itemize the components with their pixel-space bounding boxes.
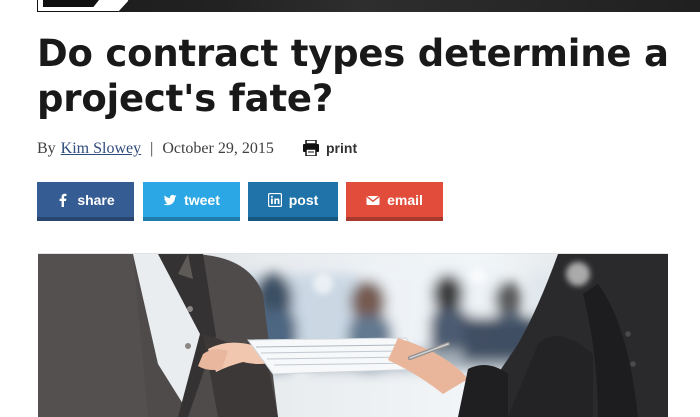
article-byline: By Kim Slowey | October 29, 2015 xyxy=(37,139,274,159)
tweet-label: tweet xyxy=(184,191,220,208)
share-label: share xyxy=(77,191,115,208)
envelope-icon xyxy=(366,195,380,205)
post-label: post xyxy=(288,191,319,208)
author-link[interactable]: Kim Slowey xyxy=(61,140,141,158)
twitter-icon xyxy=(163,194,177,205)
facebook-icon xyxy=(59,193,67,207)
printer-icon xyxy=(302,139,320,157)
linkedin-icon xyxy=(267,192,282,207)
print-button[interactable]: print xyxy=(302,139,358,157)
byline-separator: | xyxy=(150,140,154,157)
linkedin-share-button[interactable]: post xyxy=(248,182,338,221)
facebook-share-button[interactable]: share xyxy=(37,182,134,221)
email-label: email xyxy=(387,191,423,208)
twitter-share-button[interactable]: tweet xyxy=(143,182,240,221)
site-logo-mark xyxy=(43,0,99,7)
article-hero-image xyxy=(38,253,668,417)
photo-image xyxy=(38,254,668,417)
byline-prefix: By xyxy=(37,140,56,157)
email-share-button[interactable]: email xyxy=(346,182,443,221)
publish-date: October 29, 2015 xyxy=(162,140,274,157)
print-label: print xyxy=(326,140,358,156)
article-headline: Do contract types determine a project's … xyxy=(37,32,669,120)
share-button-row: share tweet post email xyxy=(37,182,457,221)
